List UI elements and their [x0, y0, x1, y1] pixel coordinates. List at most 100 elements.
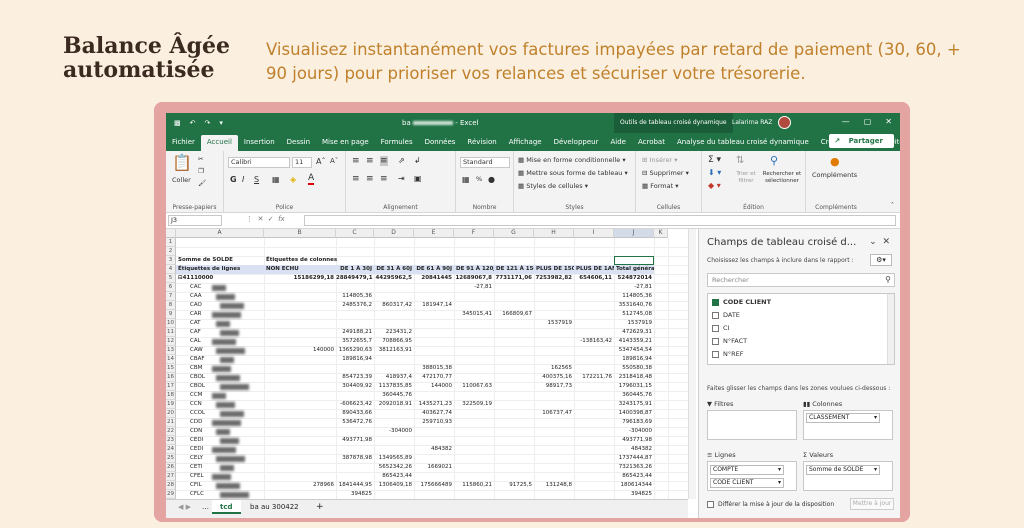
- pivot-data-cell[interactable]: 3531640,76: [614, 301, 654, 310]
- zone-rows-box[interactable]: COMPTE ▾ CODE CLIENT ▾: [707, 461, 797, 491]
- pivot-data-cell[interactable]: 189816,94: [336, 355, 374, 364]
- pivot-data-cell[interactable]: 180614344: [614, 481, 654, 490]
- pivot-data-cell[interactable]: 259710,93: [414, 418, 454, 427]
- field-item[interactable]: CODE CLIENT: [712, 297, 771, 308]
- client-code-cell[interactable]: CBAF: [190, 355, 212, 364]
- font-color-icon[interactable]: A: [308, 174, 315, 185]
- column-header[interactable]: E: [414, 229, 454, 238]
- pivot-data-cell[interactable]: 4143359,21: [614, 337, 654, 346]
- pivot-total-cell[interactable]: 28849479,1: [336, 274, 374, 283]
- sort-filter-button[interactable]: Trier et filtrer: [732, 171, 760, 185]
- client-code-cell[interactable]: CEDI: [190, 445, 212, 454]
- pivot-total-cell[interactable]: 12689067,8: [454, 274, 494, 283]
- pivot-header-cell[interactable]: DE 31 À 60J: [374, 265, 414, 274]
- tab-donnees[interactable]: Données: [419, 135, 462, 151]
- sheet-tab-tcd[interactable]: tcd: [212, 500, 241, 514]
- pivot-data-cell[interactable]: -27,81: [454, 283, 494, 292]
- pivot-data-cell[interactable]: 345015,41: [454, 310, 494, 319]
- pivot-data-cell[interactable]: 172211,76: [574, 373, 614, 382]
- pivot-total-cell[interactable]: 7731171,06: [494, 274, 534, 283]
- client-code-cell[interactable]: CAT: [190, 319, 212, 328]
- row-header[interactable]: 3: [166, 256, 176, 265]
- pivot-data-cell[interactable]: 162565: [534, 364, 574, 373]
- checkbox[interactable]: [712, 338, 719, 345]
- cut-icon[interactable]: ✂: [198, 155, 203, 163]
- pivot-data-cell[interactable]: 1669021: [414, 463, 454, 472]
- align-center-icon[interactable]: ≡: [366, 174, 374, 184]
- pivot-total-cell[interactable]: 20841445: [414, 274, 454, 283]
- field-item[interactable]: CI: [712, 323, 729, 334]
- row-header[interactable]: 13: [166, 346, 176, 355]
- close-icon[interactable]: ✕: [882, 237, 890, 247]
- pivot-data-cell[interactable]: 472629,31: [614, 328, 654, 337]
- add-sheet-button[interactable]: +: [308, 500, 332, 514]
- chevron-down-icon[interactable]: ▾: [778, 479, 781, 487]
- sheet-tab-ba[interactable]: ba au 300422: [242, 500, 307, 514]
- field-list-scrollbar[interactable]: [887, 294, 894, 364]
- fill-color-icon[interactable]: ◈: [290, 175, 296, 184]
- client-code-cell[interactable]: CAW: [190, 346, 212, 355]
- pivot-header-cell[interactable]: DE 61 À 90J: [414, 265, 454, 274]
- row-header[interactable]: 28: [166, 481, 176, 490]
- pivot-header-cell[interactable]: Total général: [614, 265, 654, 274]
- tab-formules[interactable]: Formules: [375, 135, 419, 151]
- row-header[interactable]: 27: [166, 472, 176, 481]
- checkbox[interactable]: [712, 325, 719, 332]
- column-header[interactable]: H: [534, 229, 574, 238]
- row-header[interactable]: 19: [166, 400, 176, 409]
- pivot-data-cell[interactable]: 322509,19: [454, 400, 494, 409]
- selected-cell[interactable]: [614, 256, 654, 265]
- pivot-total-cell[interactable]: ⊟41110000: [176, 274, 264, 283]
- pivot-data-cell[interactable]: 493771,98: [336, 436, 374, 445]
- cell-styles-button[interactable]: ▦ Styles de cellules ▾: [518, 182, 588, 190]
- client-code-cell[interactable]: CFLC: [190, 490, 212, 499]
- pivot-header-cell[interactable]: DE 91 À 120J: [454, 265, 494, 274]
- client-code-cell[interactable]: CEDI: [190, 436, 212, 445]
- percent-icon[interactable]: %: [476, 175, 482, 183]
- checkbox[interactable]: [707, 501, 714, 508]
- format-cells-button[interactable]: ▦ Format ▾: [642, 182, 678, 190]
- format-painter-icon[interactable]: 🖌: [198, 179, 206, 187]
- row-header[interactable]: 1: [166, 238, 176, 247]
- pivot-data-cell[interactable]: 484382: [414, 445, 454, 454]
- row-header[interactable]: 18: [166, 391, 176, 400]
- customize-icon[interactable]: ▾: [219, 119, 223, 127]
- pivot-header-cell[interactable]: DE 121 À 150J: [494, 265, 534, 274]
- column-header[interactable]: C: [336, 229, 374, 238]
- pivot-data-cell[interactable]: -304000: [374, 427, 414, 436]
- zone-item[interactable]: COMPTE ▾: [710, 465, 784, 475]
- row-header[interactable]: 7: [166, 292, 176, 301]
- pivot-total-cell[interactable]: 15186299,18: [264, 274, 336, 283]
- defer-update-checkbox[interactable]: Différer la mise à jour de la dispositio…: [707, 501, 834, 508]
- pivot-data-cell[interactable]: 1365290,63: [336, 346, 374, 355]
- merge-icon[interactable]: ▣: [414, 174, 422, 183]
- checkbox[interactable]: [712, 364, 719, 365]
- client-code-cell[interactable]: CAF: [190, 328, 212, 337]
- pivot-data-cell[interactable]: 1841444,95: [336, 481, 374, 490]
- pivot-data-cell[interactable]: 472170,77: [414, 373, 454, 382]
- restore-icon[interactable]: ▢: [864, 117, 872, 126]
- conditional-format-button[interactable]: ▦ Mise en forme conditionnelle ▾: [518, 156, 626, 164]
- tab-accueil[interactable]: Accueil: [200, 135, 238, 151]
- pivot-data-cell[interactable]: 1349565,89: [374, 454, 414, 463]
- column-header[interactable]: B: [264, 229, 336, 238]
- row-header[interactable]: 5: [166, 274, 176, 283]
- row-header[interactable]: 9: [166, 310, 176, 319]
- pivot-data-cell[interactable]: -27,81: [614, 283, 654, 292]
- pivot-total-cell[interactable]: 654606,11: [574, 274, 614, 283]
- pivot-data-cell[interactable]: 708866,95: [374, 337, 414, 346]
- bold-button[interactable]: G: [230, 175, 237, 184]
- indent-icon[interactable]: ⇥: [398, 174, 405, 183]
- number-format-select[interactable]: Standard: [460, 157, 510, 168]
- checkbox[interactable]: [712, 312, 719, 319]
- pivot-data-cell[interactable]: 493771,98: [614, 436, 654, 445]
- client-code-cell[interactable]: CBM: [190, 364, 212, 373]
- pivot-data-cell[interactable]: 249188,21: [336, 328, 374, 337]
- pivot-data-cell[interactable]: 1400398,87: [614, 409, 654, 418]
- pivot-data-cell[interactable]: 360445,76: [614, 391, 654, 400]
- function-icon[interactable]: fx: [278, 215, 285, 223]
- addins-button[interactable]: Compléments: [812, 171, 857, 179]
- client-code-cell[interactable]: CAC: [190, 283, 212, 292]
- row-header[interactable]: 21: [166, 418, 176, 427]
- row-header[interactable]: 25: [166, 454, 176, 463]
